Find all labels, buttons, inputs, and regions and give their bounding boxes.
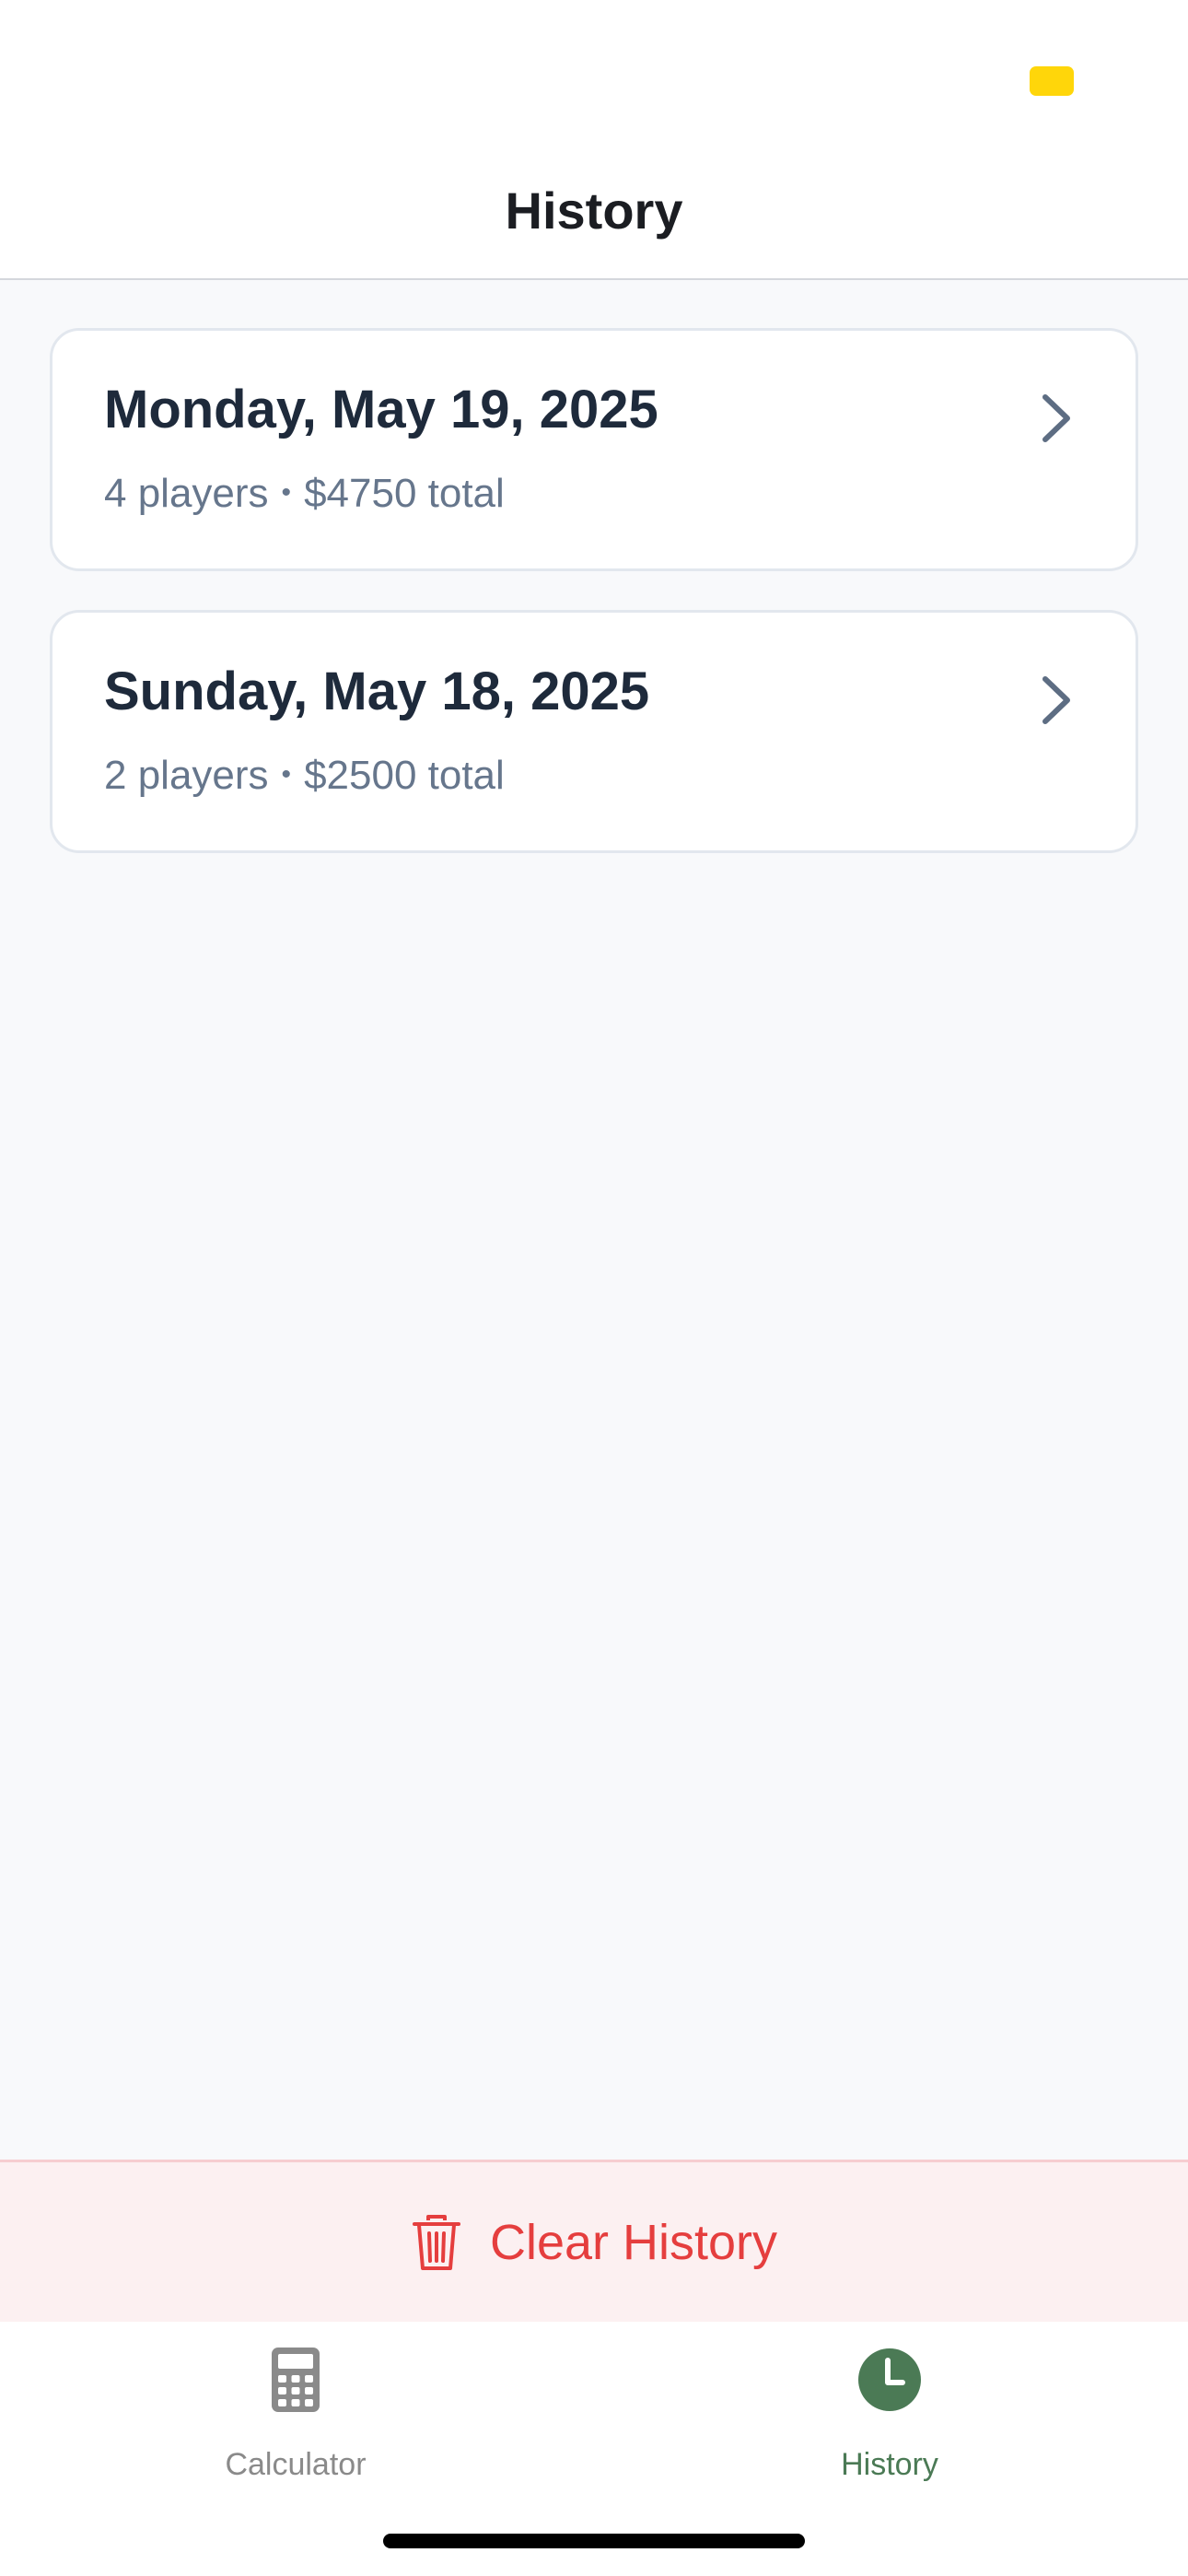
clock-icon [858, 2348, 921, 2411]
tab-calculator-label: Calculator [225, 2447, 367, 2482]
battery-icon [1030, 66, 1074, 96]
clear-history-content: Clear History [0, 2162, 1188, 2322]
summary-separator: • [281, 759, 292, 790]
history-session-card[interactable]: Sunday, May 18, 2025 2 players • $2500 tot… [50, 610, 1138, 853]
tab-history[interactable]: History [738, 2346, 1042, 2493]
session-player-count: 4 players [104, 471, 269, 516]
session-summary: 2 players • $2500 total [104, 753, 505, 799]
session-total: $2500 total [304, 753, 505, 798]
session-date: Monday, May 19, 2025 [104, 380, 658, 439]
nav-header: History [0, 157, 1188, 280]
history-list: Monday, May 19, 2025 4 players • $4750 tot… [0, 280, 1188, 2160]
status-bar [0, 0, 1188, 157]
tab-bar: Calculator History [0, 2322, 1188, 2576]
chevron-right-icon [1042, 394, 1070, 442]
session-date: Sunday, May 18, 2025 [104, 662, 650, 721]
trash-icon [412, 2214, 460, 2270]
clear-history-label: Clear History [489, 2214, 778, 2270]
session-player-count: 2 players [104, 753, 269, 798]
clear-history-button[interactable]: Clear History [0, 2160, 1188, 2322]
home-indicator [383, 2534, 805, 2548]
calculator-icon [272, 2348, 320, 2412]
tab-history-label: History [841, 2447, 938, 2482]
history-session-card[interactable]: Monday, May 19, 2025 4 players • $4750 tot… [50, 328, 1138, 571]
session-total: $4750 total [304, 471, 505, 516]
session-summary: 4 players • $4750 total [104, 471, 505, 517]
chevron-right-icon [1042, 676, 1070, 724]
tab-calculator[interactable]: Calculator [144, 2346, 448, 2493]
page-title: History [505, 181, 683, 240]
summary-separator: • [281, 477, 292, 508]
